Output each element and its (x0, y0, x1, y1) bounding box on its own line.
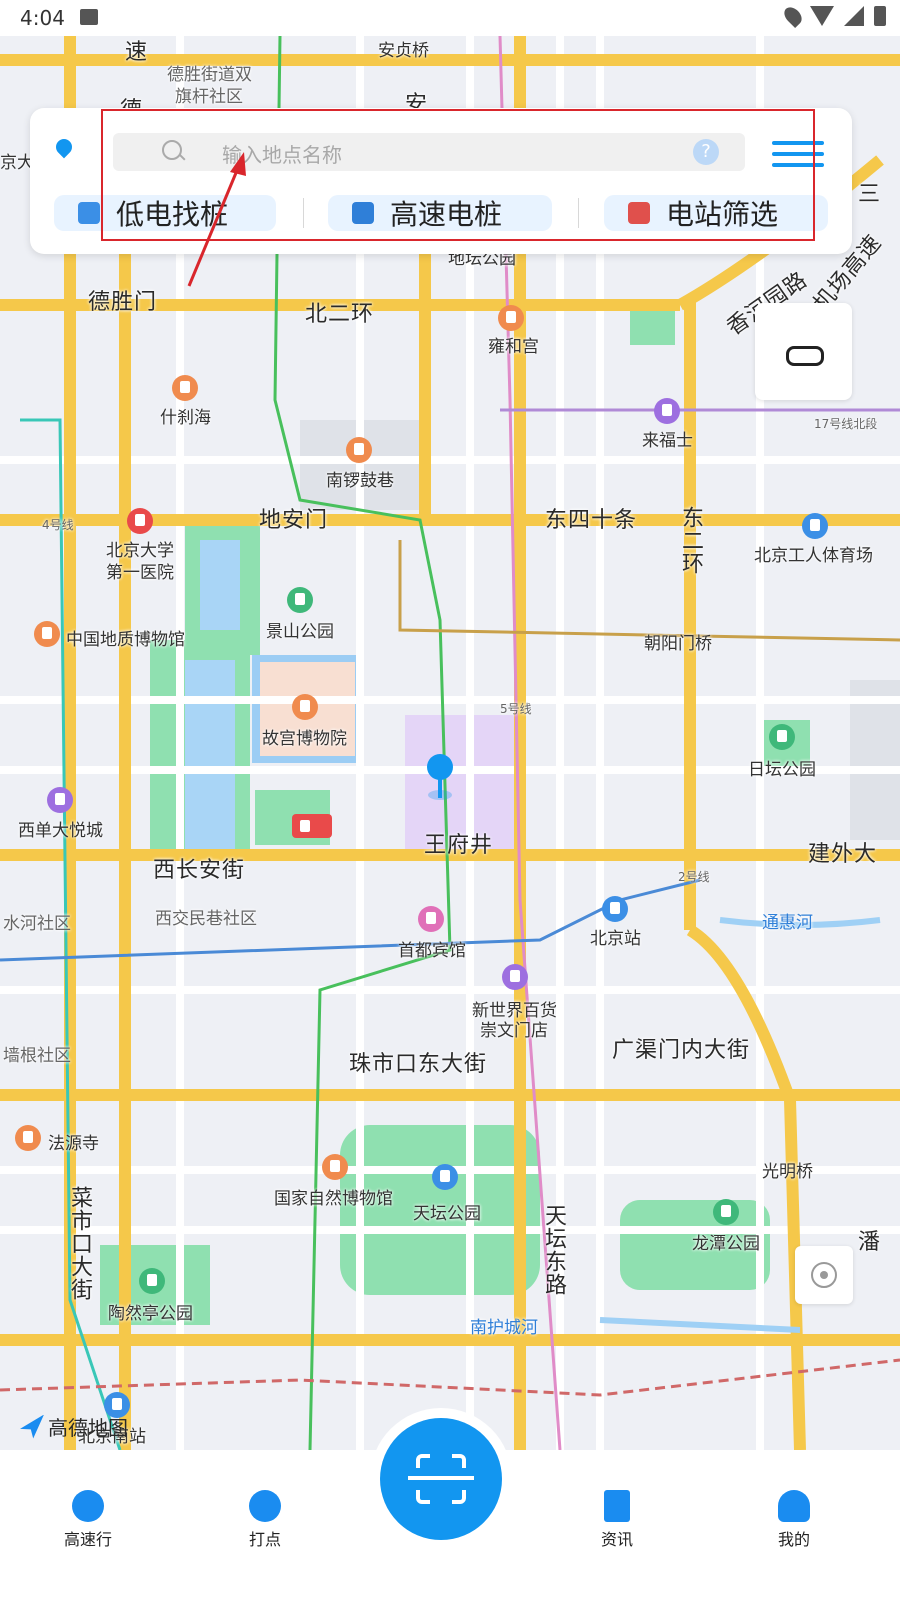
annotation-arrow (187, 152, 246, 287)
